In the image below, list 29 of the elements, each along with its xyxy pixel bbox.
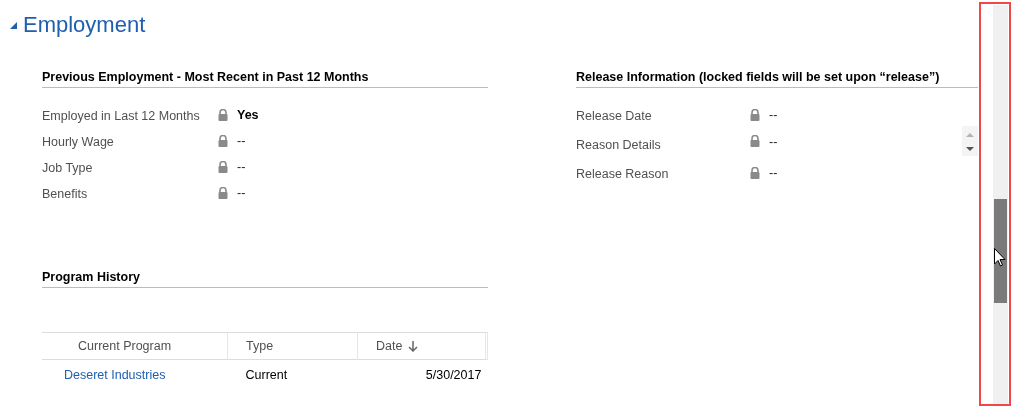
column-header[interactable]: Type (227, 332, 358, 360)
spinner-arrows-icon (965, 133, 975, 151)
program-link[interactable]: Deseret Industries (64, 368, 166, 382)
section-heading: Program History (42, 270, 488, 288)
field-value: Yes (237, 108, 259, 122)
field-label: Job Type (42, 161, 93, 175)
field-label: Reason Details (576, 138, 661, 152)
field-label: Hourly Wage (42, 135, 114, 149)
field-value: -- (237, 134, 246, 148)
expand-triangle-icon[interactable] (10, 21, 17, 29)
section-heading: Release Information (locked fields will be set upon “release”) (576, 70, 978, 88)
scrollbar[interactable] (992, 5, 1008, 404)
table-cell: 5/30/2017 (357, 359, 486, 390)
column-header[interactable]: Date (357, 332, 486, 360)
field-value: -- (237, 186, 246, 200)
section-heading: Previous Employment - Most Recent in Past 12 Months (42, 70, 488, 88)
table-cell: Current (227, 359, 358, 390)
field-value: -- (237, 160, 246, 174)
field-label: Employed in Last 12 Months (42, 109, 200, 123)
field-label: Release Reason (576, 167, 669, 181)
field-label: Release Date (576, 109, 652, 123)
field-value: -- (769, 166, 778, 180)
field-label: Benefits (42, 187, 88, 201)
section-title: Employment (23, 12, 146, 38)
mouse-cursor-icon (994, 248, 1006, 267)
field-value: -- (769, 135, 778, 149)
field-value: -- (769, 108, 778, 122)
column-header[interactable]: Current Program (42, 332, 228, 360)
spinner[interactable] (962, 126, 978, 156)
